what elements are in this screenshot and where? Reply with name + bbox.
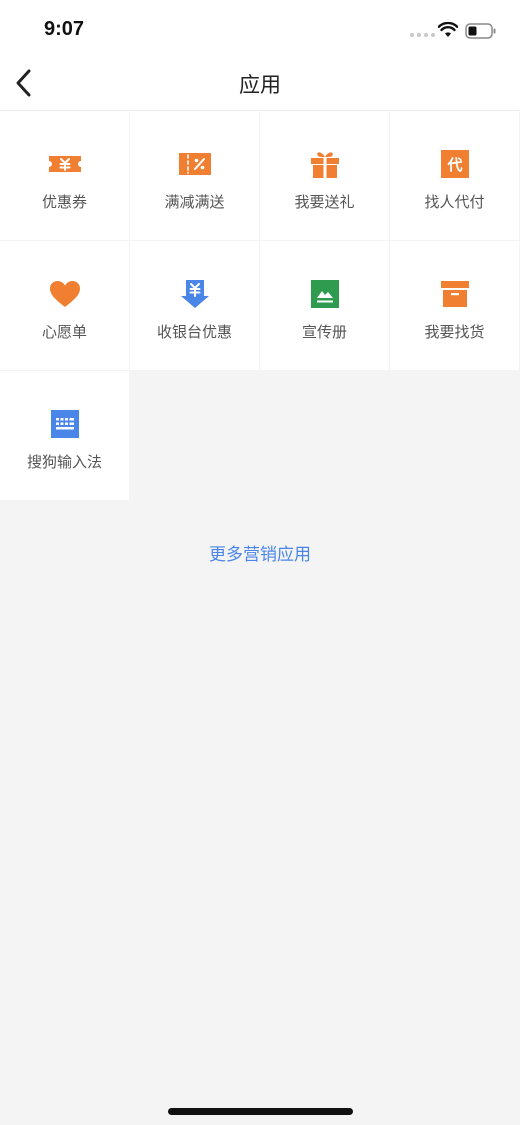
svg-text:代: 代 (446, 156, 462, 174)
status-time: 9:07 (44, 18, 85, 40)
battery-icon (465, 23, 496, 39)
wifi-icon (438, 22, 458, 37)
app-sogou-input[interactable]: 搜狗输入法 (0, 371, 129, 500)
cashier-discount-icon (180, 280, 209, 308)
keyboard-icon (50, 410, 79, 438)
status-bar: 9:07 (0, 0, 520, 56)
app-full-reduction[interactable]: 满减满送 (130, 111, 259, 240)
page-title: 应用 (239, 73, 281, 97)
coupon-icon (48, 156, 81, 172)
nav-bar: 应用 (0, 56, 520, 111)
app-label: 找人代付 (424, 193, 485, 211)
app-label: 搜狗输入法 (26, 453, 102, 471)
app-find-goods[interactable]: 我要找货 (390, 241, 519, 370)
app-brochure[interactable]: 宣传册 (260, 241, 389, 370)
app-send-gift[interactable]: 我要送礼 (260, 111, 389, 240)
app-wishlist[interactable]: 心愿单 (0, 241, 129, 370)
discount-ticket-icon (178, 153, 211, 175)
app-label: 心愿单 (41, 323, 87, 341)
app-label: 满减满送 (164, 193, 225, 211)
pay-for-me-icon: 代 (440, 150, 469, 178)
app-label: 我要送礼 (294, 193, 355, 211)
more-marketing-apps-link[interactable]: 更多营销应用 (0, 540, 520, 565)
brochure-icon (310, 280, 339, 308)
app-label: 我要找货 (424, 323, 485, 341)
app-label: 优惠券 (41, 193, 87, 211)
heart-icon (49, 281, 80, 307)
archive-box-icon (440, 281, 469, 307)
home-indicator[interactable] (168, 1108, 353, 1115)
app-coupon[interactable]: 优惠券 (0, 111, 129, 240)
app-label: 收银台优惠 (156, 323, 232, 341)
gift-icon (310, 152, 339, 178)
cellular-signal-icon (410, 33, 435, 37)
app-label: 宣传册 (301, 323, 347, 341)
app-cashier-discount[interactable]: 收银台优惠 (130, 241, 259, 370)
app-pay-for-me[interactable]: 代 找人代付 (390, 111, 519, 240)
